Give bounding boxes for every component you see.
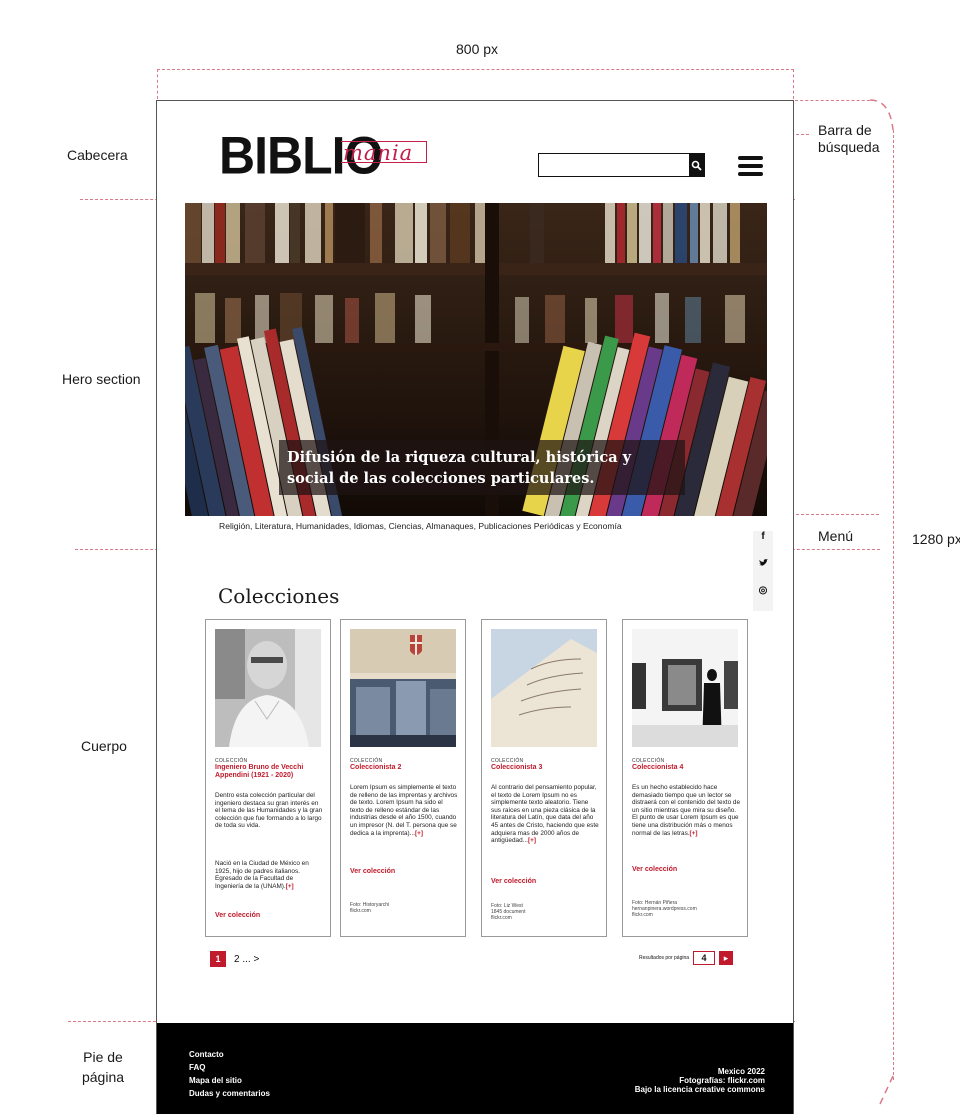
view-collection-link[interactable]: Ver colección — [350, 868, 395, 875]
menu-annotation: Menú — [818, 528, 854, 544]
width-guide-line — [157, 69, 794, 70]
hero-caption: Difusión de la riqueza cultural, históri… — [279, 440, 685, 495]
card-image — [350, 629, 456, 747]
collection-card: COLECCIÓN Coleccionista 3 Al contrario d… — [481, 619, 607, 937]
footer-info: Mexico 2022 Fotografías: flickr.com Bajo… — [635, 1067, 765, 1094]
read-more-link[interactable]: [+] — [286, 883, 294, 890]
height-guide-line — [893, 130, 894, 1080]
logo[interactable]: BIBLIO mania — [219, 123, 427, 185]
social-bar: f ◎ — [753, 531, 773, 611]
footer: Contacto FAQ Mapa del sitio Dudas y come… — [157, 1023, 793, 1114]
card-body: Al contrario del pensamiento popular, el… — [491, 784, 599, 845]
photo-credit: Foto: Liz West 1845 document flickr.com — [491, 903, 526, 921]
results-per-page: Resultados por página 4 ▸ — [639, 951, 734, 965]
header-annotation: Cabecera — [67, 147, 128, 163]
website-mockup: BIBLIO mania Difusión de la riqueza cult… — [156, 100, 794, 1114]
facebook-icon[interactable]: f — [753, 531, 773, 542]
photo-credit: Foto: Hernán Piñera hernanpinera.wordpre… — [632, 900, 697, 918]
footer-photos-credit: Fotografías: flickr.com — [679, 1076, 765, 1085]
hero-image: Difusión de la riqueza cultural, históri… — [185, 203, 767, 516]
width-guide-right — [793, 69, 794, 99]
twitter-icon[interactable] — [753, 559, 773, 570]
page-current[interactable]: 1 — [210, 951, 226, 967]
footer-link-sitemap[interactable]: Mapa del sitio — [189, 1074, 270, 1087]
footer-links: Contacto FAQ Mapa del sitio Dudas y come… — [189, 1048, 270, 1100]
footer-link-contact[interactable]: Contacto — [189, 1048, 270, 1061]
card-image — [215, 629, 321, 747]
footer-link-faq[interactable]: FAQ — [189, 1061, 270, 1074]
per-page-go-button[interactable]: ▸ — [719, 951, 734, 965]
card-body-2: Nació en la Ciudad de México en 1925, hi… — [215, 860, 309, 890]
view-collection-link[interactable]: Ver colección — [491, 878, 536, 885]
read-more-link[interactable]: [+] — [415, 830, 423, 837]
footer-license: Bajo la licencia creative commons — [634, 1085, 765, 1094]
card-image — [632, 629, 738, 747]
collection-card: COLECCIÓN Coleccionista 4 Es un hecho es… — [622, 619, 748, 937]
card-image — [491, 629, 597, 747]
search-icon — [691, 160, 702, 171]
read-more-link[interactable]: [+] — [528, 837, 536, 844]
pagination: 1 2 ... > — [210, 951, 259, 967]
height-annotation: 1280 px — [912, 531, 960, 547]
view-collection-link[interactable]: Ver colección — [632, 866, 677, 873]
footer-year: Mexico 2022 — [717, 1067, 765, 1076]
photo-credit: Foto: Historyarchi flickr.com — [350, 902, 390, 914]
width-annotation: 800 px — [456, 41, 499, 57]
search-bar — [538, 153, 705, 177]
footer-link-feedback[interactable]: Dudas y comentarios — [189, 1087, 270, 1100]
height-guide-curve — [869, 99, 894, 131]
card-title[interactable]: Coleccionista 3 — [491, 764, 599, 772]
height-guide-curve-bottom — [879, 1075, 894, 1105]
hamburger-menu-icon[interactable] — [738, 156, 763, 176]
card-body: Lorem Ipsum es simplemente el texto de r… — [350, 784, 458, 837]
read-more-link[interactable]: [+] — [690, 830, 698, 837]
per-page-label: Resultados por página — [639, 955, 690, 961]
card-body: Dentro esta colección particular del ing… — [215, 792, 323, 830]
card-title[interactable]: Coleccionista 2 — [350, 764, 458, 772]
instagram-icon[interactable]: ◎ — [753, 585, 773, 596]
footer-annotation: Pie de página — [81, 1049, 125, 1085]
card-body: Es un hecho establecido hace demasiado t… — [632, 784, 741, 837]
width-guide-left — [157, 69, 158, 99]
body-annotation: Cuerpo — [81, 738, 127, 754]
per-page-select[interactable]: 4 — [693, 951, 716, 965]
page-more[interactable]: 2 ... > — [234, 954, 259, 965]
search-button[interactable] — [689, 154, 704, 176]
category-menu[interactable]: Religión, Literatura, Humanidades, Idiom… — [219, 521, 739, 531]
card-title[interactable]: Ingeniero Bruno de Vecchi Appendini (192… — [215, 764, 323, 780]
logo-subtitle: mania — [343, 141, 414, 165]
card-title[interactable]: Coleccionista 4 — [632, 764, 740, 772]
hero-annotation: Hero section — [62, 371, 141, 387]
collection-card: COLECCIÓN Coleccionista 2 Lorem Ipsum es… — [340, 619, 466, 937]
search-input[interactable] — [539, 154, 689, 176]
view-collection-link[interactable]: Ver colección — [215, 912, 260, 919]
collections-title: Colecciones — [218, 584, 340, 608]
collection-card: COLECCIÓN Ingeniero Bruno de Vecchi Appe… — [205, 619, 331, 937]
hero-caption-text: Difusión de la riqueza cultural, históri… — [287, 449, 632, 487]
